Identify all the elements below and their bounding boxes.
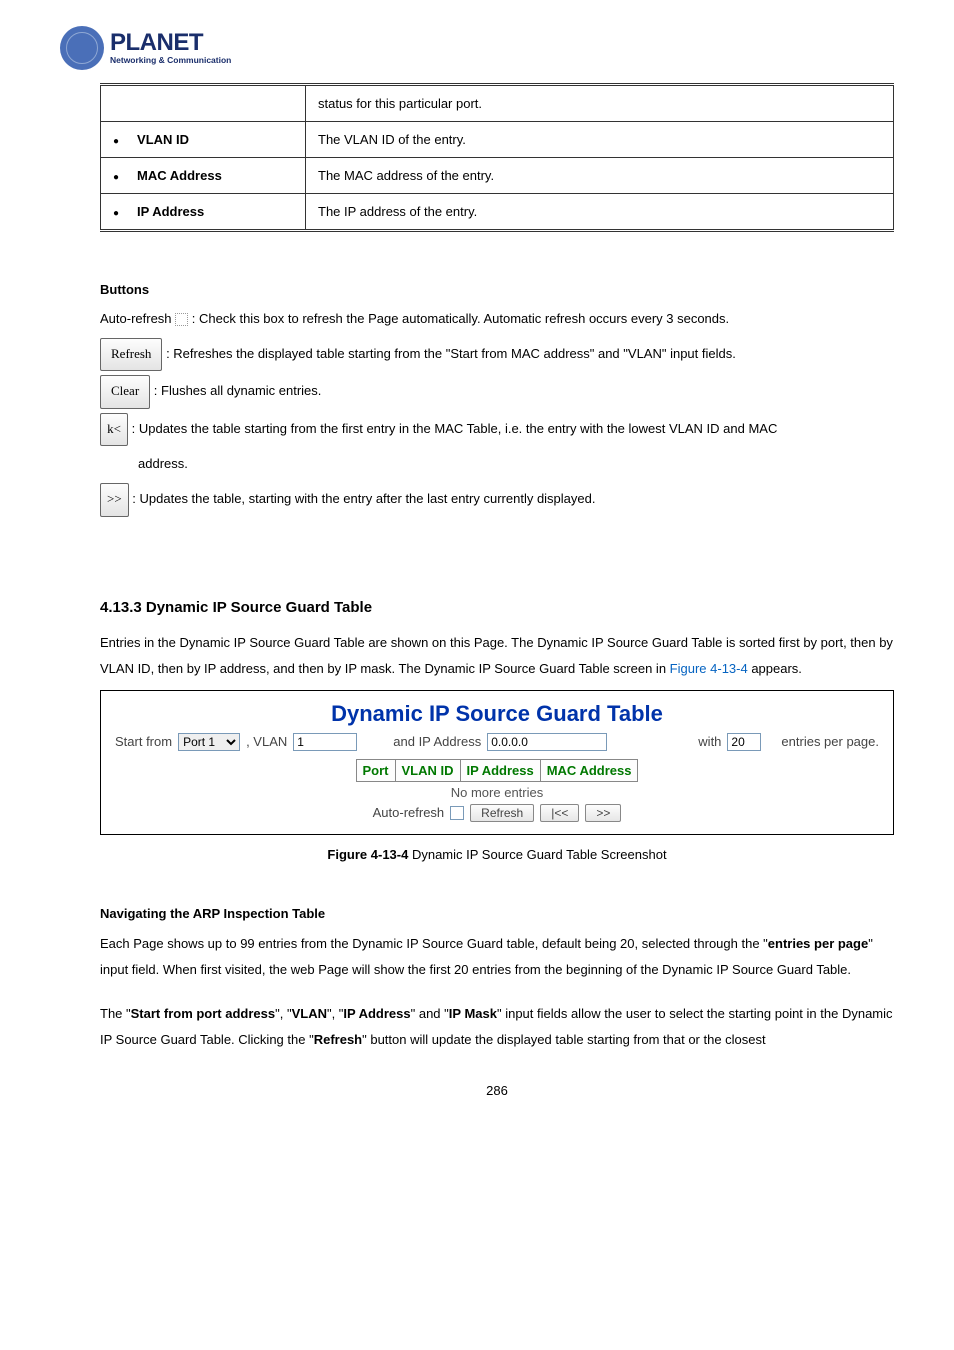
- entries-count-input[interactable]: [727, 733, 761, 751]
- first-page-button[interactable]: |<<: [540, 804, 579, 822]
- screenshot-title: Dynamic IP Source Guard Table: [115, 701, 879, 727]
- nav-p2e: ", ": [327, 1006, 343, 1021]
- clear-desc: : Flushes all dynamic entries.: [154, 383, 322, 398]
- figure-caption: Dynamic IP Source Guard Table Screenshot: [412, 847, 667, 862]
- auto-refresh-desc: : Check this box to refresh the Page aut…: [192, 311, 729, 326]
- first-page-button-icon: k<: [100, 413, 128, 447]
- table-cell-desc: The MAC address of the entry.: [306, 158, 894, 194]
- clear-button-icon: Clear: [100, 375, 150, 409]
- th-mac: MAC Address: [541, 760, 638, 781]
- refresh-desc: : Refreshes the displayed table starting…: [166, 346, 736, 361]
- subsection-intro-b: appears.: [748, 661, 802, 676]
- brand-logo: PLANET Networking & Communication: [60, 20, 894, 75]
- nav-p2b: Start from port address: [131, 1006, 275, 1021]
- next-page-button[interactable]: >>: [585, 804, 621, 822]
- th-port: Port: [357, 760, 396, 781]
- th-ip: IP Address: [461, 760, 541, 781]
- table-cell-label: VLAN ID: [137, 132, 189, 147]
- nav-p2g: " and ": [411, 1006, 449, 1021]
- nav-p1a: Each Page shows up to 99 entries from th…: [100, 936, 768, 951]
- with-label: with: [698, 734, 721, 749]
- nav-p2f: IP Address: [343, 1006, 410, 1021]
- table-row: ●IP Address The IP address of the entry.: [101, 194, 894, 231]
- screenshot-table-header: Port VLAN ID IP Address MAC Address: [356, 759, 639, 782]
- logo-brand-text: PLANET: [110, 31, 231, 55]
- page-number: 286: [100, 1083, 894, 1098]
- start-from-label: Start from: [115, 734, 172, 749]
- vlan-label: , VLAN: [246, 734, 287, 749]
- nav-p2h: IP Mask: [449, 1006, 497, 1021]
- vlan-input[interactable]: [293, 733, 357, 751]
- next-desc: : Updates the table, starting with the e…: [132, 491, 595, 506]
- nav-p2k: " button will update the displayed table…: [362, 1032, 766, 1047]
- logo-tagline: Networking & Communication: [110, 55, 231, 65]
- logo-globe-icon: [60, 26, 104, 70]
- auto-refresh-checkbox-icon: [175, 313, 188, 326]
- refresh-button[interactable]: Refresh: [470, 804, 534, 822]
- nav-p1b: entries per page: [768, 936, 868, 951]
- figure-link[interactable]: Figure 4-13-4: [670, 661, 748, 676]
- definition-table: status for this particular port. ●VLAN I…: [100, 83, 894, 232]
- table-cell-desc: The IP address of the entry.: [306, 194, 894, 231]
- ip-address-input[interactable]: [487, 733, 607, 751]
- auto-refresh-label-screenshot: Auto-refresh: [373, 805, 445, 820]
- entries-per-page-label: entries per page.: [781, 734, 879, 749]
- th-vlan: VLAN ID: [396, 760, 461, 781]
- subsection-heading: 4.13.3 Dynamic IP Source Guard Table: [100, 599, 894, 616]
- nav-p2c: ", ": [275, 1006, 291, 1021]
- table-row: ●MAC Address The MAC address of the entr…: [101, 158, 894, 194]
- table-cell-label: MAC Address: [137, 168, 222, 183]
- table-row: ●VLAN ID The VLAN ID of the entry.: [101, 122, 894, 158]
- nav-heading: Navigating the ARP Inspection Table: [100, 906, 894, 921]
- auto-refresh-checkbox[interactable]: [450, 806, 464, 820]
- figure-number: Figure 4-13-4: [327, 847, 412, 862]
- table-cell-label: IP Address: [137, 204, 204, 219]
- nav-p2j: Refresh: [314, 1032, 362, 1047]
- table-row: status for this particular port.: [101, 85, 894, 122]
- buttons-heading: Buttons: [100, 282, 894, 297]
- first-desc: : Updates the table starting from the fi…: [132, 421, 778, 436]
- no-more-entries: No more entries: [451, 785, 543, 800]
- screenshot-panel: Dynamic IP Source Guard Table Start from…: [100, 690, 894, 835]
- nav-p2d: VLAN: [292, 1006, 327, 1021]
- auto-refresh-label: Auto-refresh: [100, 311, 175, 326]
- ip-address-label: and IP Address: [393, 734, 481, 749]
- table-cell-desc: The VLAN ID of the entry.: [306, 122, 894, 158]
- port-select[interactable]: Port 1: [178, 733, 240, 751]
- next-page-button-icon: >>: [100, 483, 129, 517]
- nav-p2a: The ": [100, 1006, 131, 1021]
- refresh-button-icon: Refresh: [100, 338, 162, 372]
- first-desc-2: address.: [138, 450, 894, 479]
- table-cell-desc: status for this particular port.: [306, 85, 894, 122]
